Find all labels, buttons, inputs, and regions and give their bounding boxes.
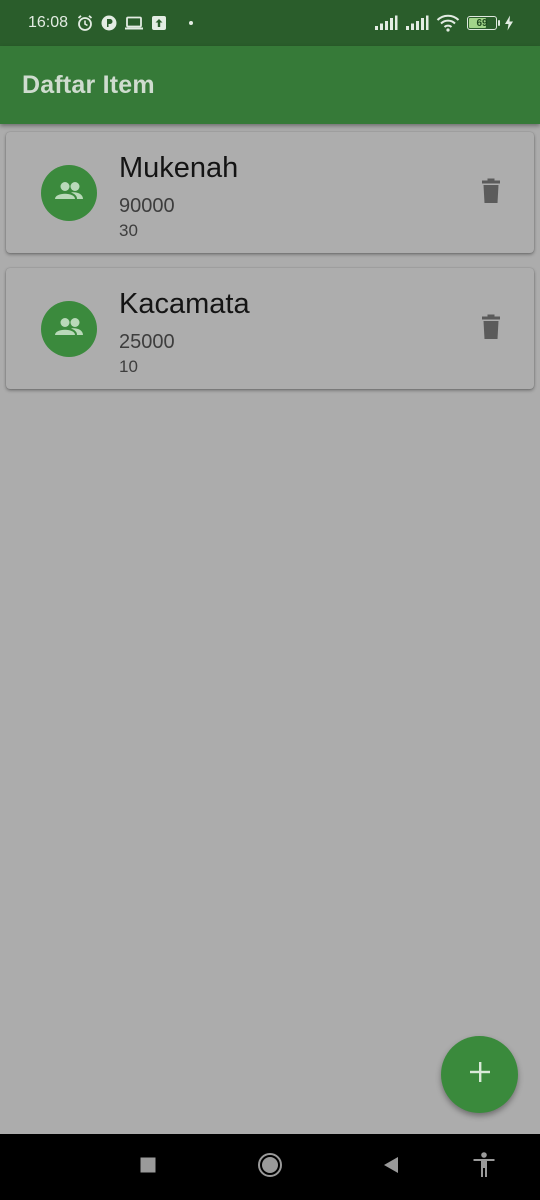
battery-indicator: 69 [467,16,500,30]
accessibility-button[interactable] [464,1134,504,1200]
page-title: Daftar Item [22,71,155,99]
list-item[interactable]: Kacamata 25000 10 [6,268,534,389]
trash-icon [481,178,501,209]
accessibility-icon [472,1151,496,1183]
charging-icon [504,15,514,31]
wifi-icon [436,14,460,32]
recents-button[interactable] [128,1134,168,1200]
square-icon [140,1157,156,1178]
add-item-button[interactable] [441,1036,518,1113]
home-button[interactable] [250,1134,290,1200]
item-quantity: 30 [119,221,138,240]
group-icon [53,316,85,343]
upload-icon [150,14,168,32]
app-notification-icon [100,14,118,32]
item-price: 25000 [119,331,175,353]
status-time: 16:08 [28,14,69,31]
delete-button[interactable] [478,178,504,208]
item-quantity: 10 [119,357,138,376]
delete-button[interactable] [478,314,504,344]
item-price: 90000 [119,195,175,217]
avatar [41,165,97,221]
triangle-back-icon [382,1156,400,1179]
dot-icon [188,20,194,26]
list-item[interactable]: Mukenah 90000 30 [6,132,534,253]
circle-icon [257,1152,283,1183]
back-button[interactable] [371,1134,411,1200]
plus-icon [469,1061,491,1088]
trash-icon [481,314,501,345]
avatar [41,301,97,357]
status-left: 16:08 [28,0,194,46]
system-nav-bar [0,1134,540,1200]
signal-icon [374,15,398,31]
battery-level: 69 [476,17,488,29]
status-bar: 16:08 69 [0,0,540,46]
item-name: Kacamata [119,288,250,320]
item-name: Mukenah [119,152,239,184]
alarm-icon [76,14,94,32]
laptop-icon [124,15,144,31]
app-bar: Daftar Item [0,46,540,124]
signal-icon [405,15,429,31]
group-icon [53,180,85,207]
status-right: 69 [374,0,514,46]
